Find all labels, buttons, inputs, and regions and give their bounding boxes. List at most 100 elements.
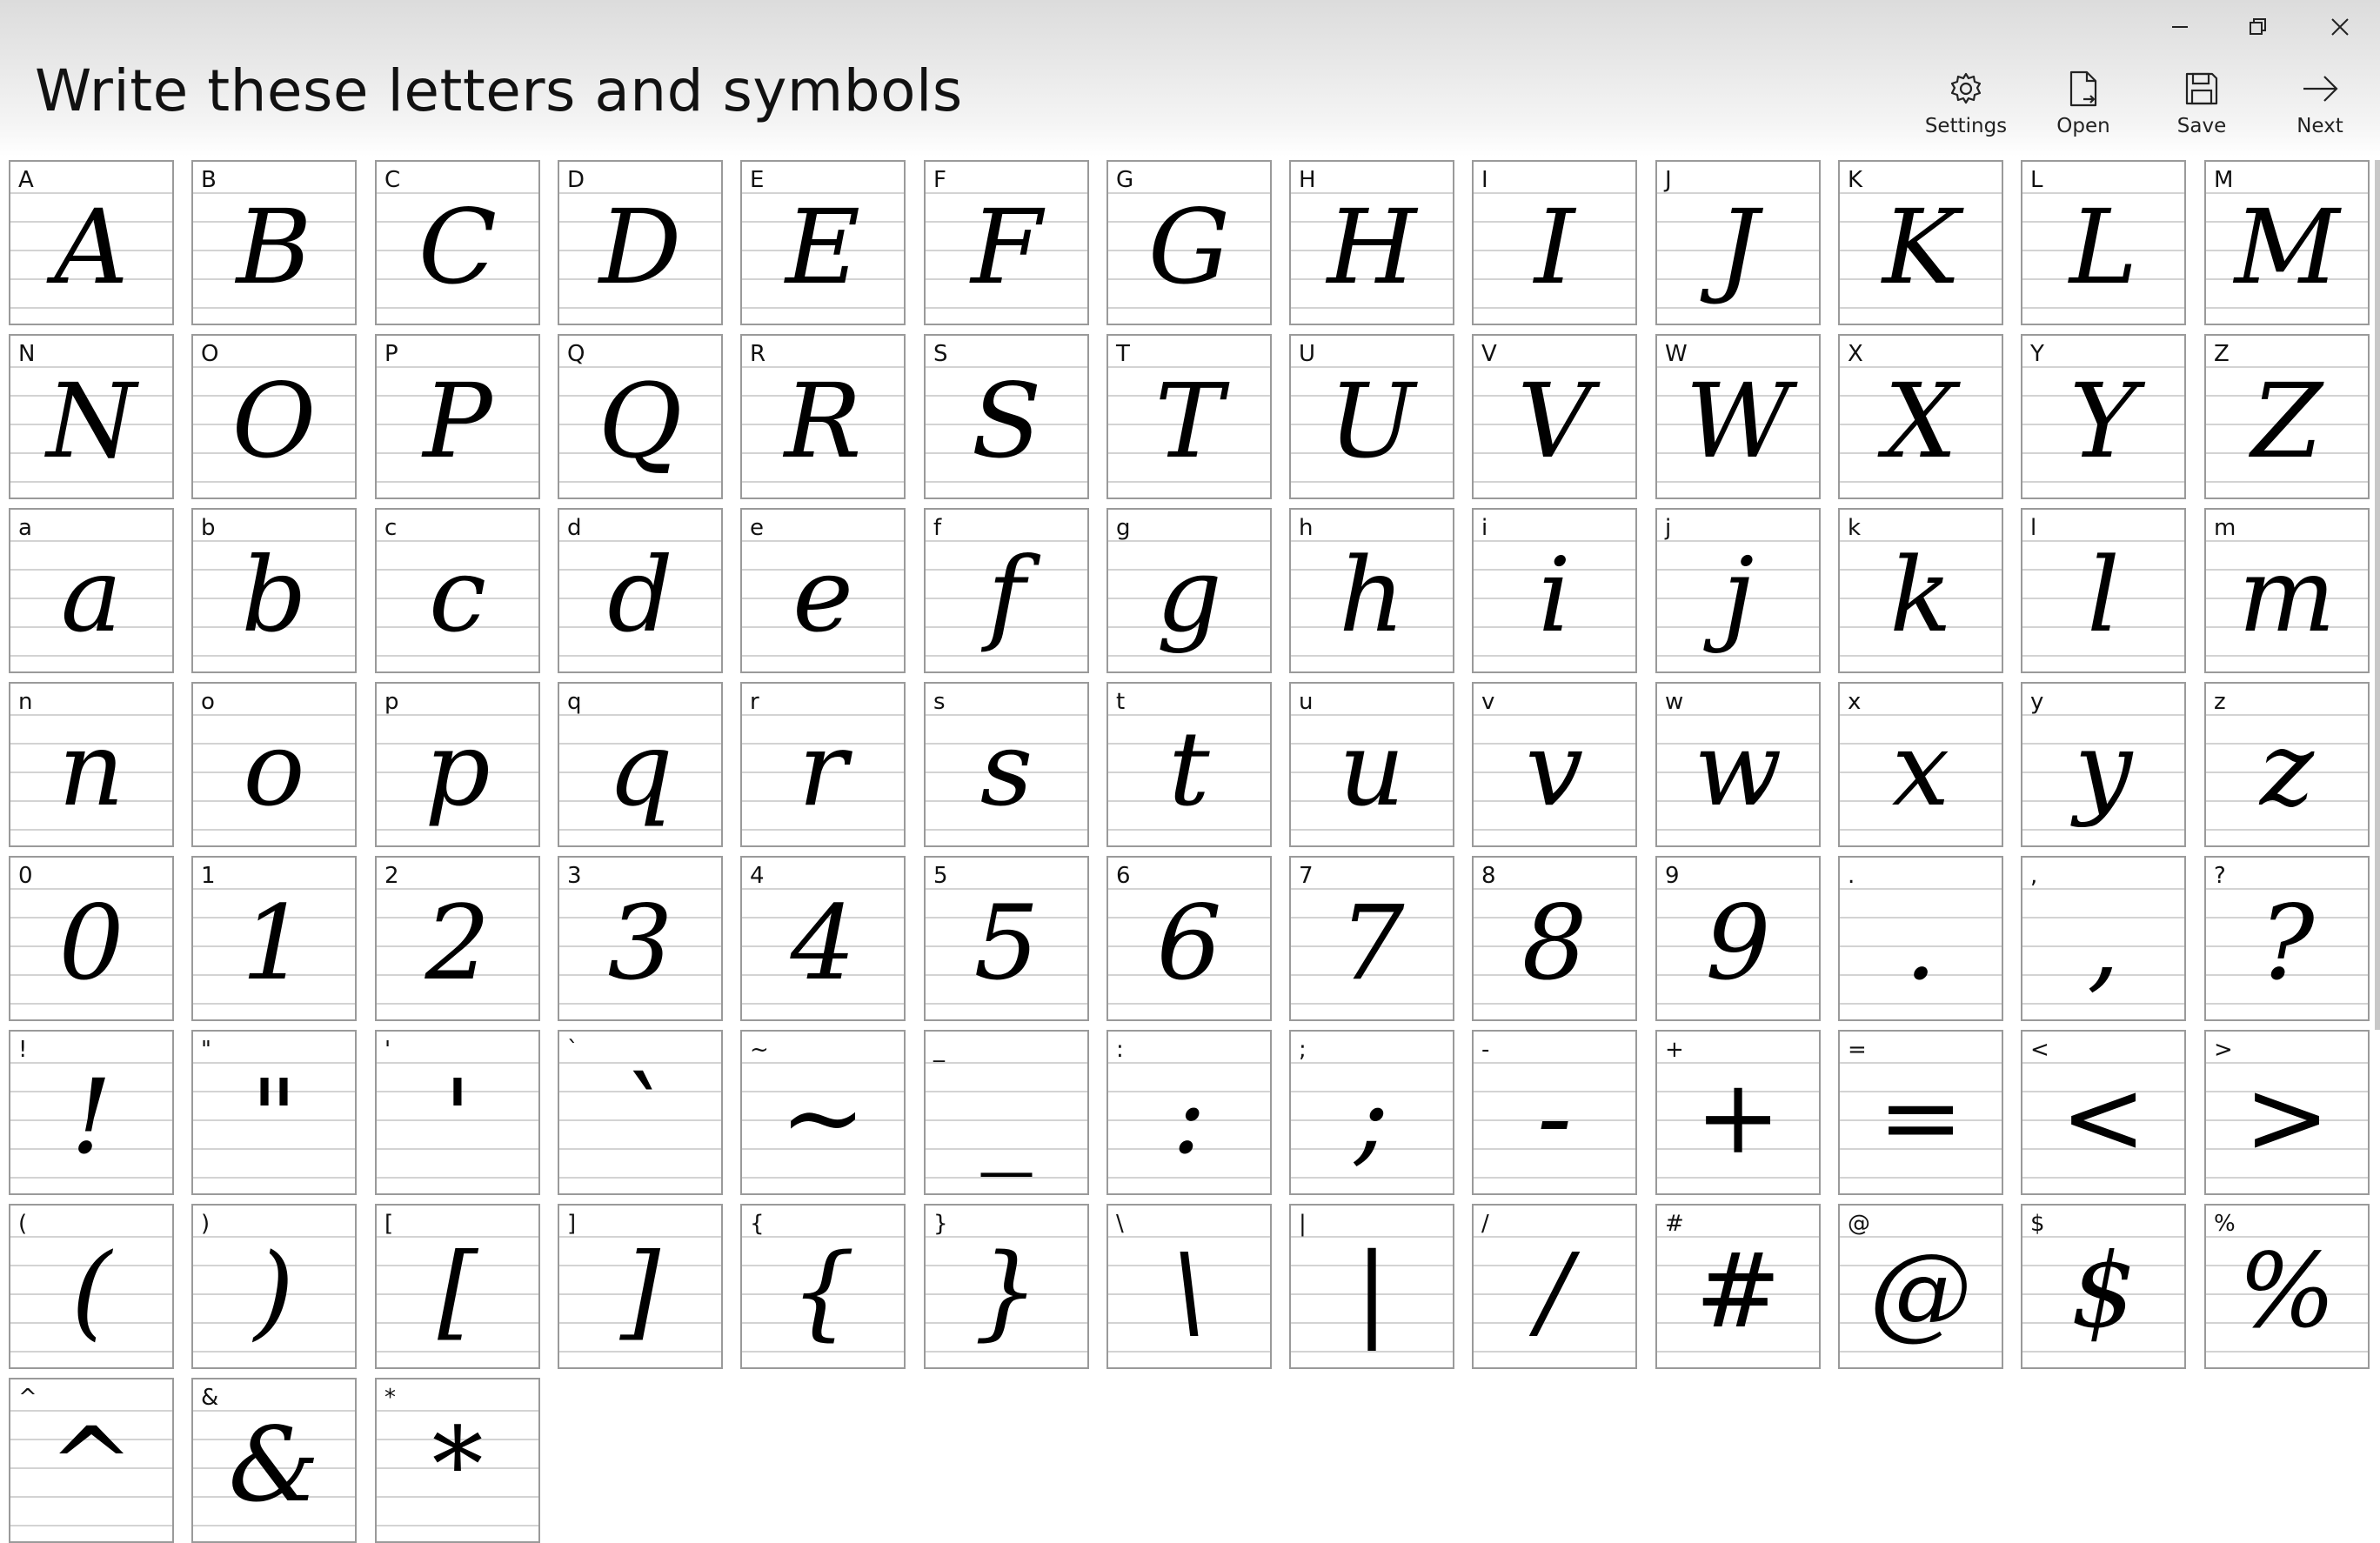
writing-cell[interactable]: AA	[9, 160, 174, 325]
writing-cell[interactable]: # #	[1655, 1204, 1821, 1369]
writing-cell[interactable]: zz	[2204, 682, 2370, 847]
writing-cell[interactable]: yy	[2021, 682, 2186, 847]
writing-cell[interactable]: 88	[1472, 856, 1637, 1021]
writing-cell[interactable]: ]]	[558, 1204, 723, 1369]
writing-cell[interactable]: cc	[375, 508, 540, 673]
writing-cell[interactable]: HH	[1289, 160, 1454, 325]
writing-cell[interactable]: GG	[1106, 160, 1272, 325]
writing-cell[interactable]: TT	[1106, 334, 1272, 499]
writing-cell[interactable]: DD	[558, 160, 723, 325]
writing-cell[interactable]: ,,	[2021, 856, 2186, 1021]
writing-cell[interactable]: ..	[1838, 856, 2003, 1021]
writing-cell[interactable]: EE	[740, 160, 906, 325]
writing-cell[interactable]: $ $	[2021, 1204, 2186, 1369]
writing-cell[interactable]: uu	[1289, 682, 1454, 847]
writing-cell[interactable]: ww	[1655, 682, 1821, 847]
writing-cell[interactable]: @ @	[1838, 1204, 2003, 1369]
writing-cell[interactable]: XX	[1838, 334, 2003, 499]
writing-cell[interactable]: kk	[1838, 508, 2003, 673]
writing-cell[interactable]: 00	[9, 856, 174, 1021]
writing-cell[interactable]: qq	[558, 682, 723, 847]
writing-cell[interactable]: 33	[558, 856, 723, 1021]
settings-button[interactable]: Settings	[1909, 70, 2022, 150]
writing-cell[interactable]: YY	[2021, 334, 2186, 499]
writing-cell[interactable]: ii	[1472, 508, 1637, 673]
writing-cell[interactable]: > >	[2204, 1030, 2370, 1195]
writing-cell[interactable]: ss	[924, 682, 1089, 847]
writing-cell[interactable]: 55	[924, 856, 1089, 1021]
writing-cell[interactable]: KK	[1838, 160, 2003, 325]
writing-cell[interactable]: JJ	[1655, 160, 1821, 325]
next-button[interactable]: Next	[2263, 70, 2377, 150]
writing-cell[interactable]: " "	[191, 1030, 357, 1195]
writing-cell[interactable]: nn	[9, 682, 174, 847]
writing-cell[interactable]: = =	[1838, 1030, 2003, 1195]
minimize-button[interactable]	[2140, 0, 2220, 54]
writing-cell[interactable]: ::	[1106, 1030, 1272, 1195]
writing-cell[interactable]: < <	[2021, 1030, 2186, 1195]
writing-cell[interactable]: FF	[924, 160, 1089, 325]
writing-cell[interactable]: oo	[191, 682, 357, 847]
writing-cell[interactable]: ??	[2204, 856, 2370, 1021]
writing-cell[interactable]: ((	[9, 1204, 174, 1369]
writing-cell[interactable]: rr	[740, 682, 906, 847]
writing-cell[interactable]: 77	[1289, 856, 1454, 1021]
writing-cell[interactable]: ~ ~	[740, 1030, 906, 1195]
writing-cell[interactable]: + +	[1655, 1030, 1821, 1195]
writing-cell[interactable]: _ _	[924, 1030, 1089, 1195]
writing-cell[interactable]: pp	[375, 682, 540, 847]
writing-cell[interactable]: ^ ^	[9, 1378, 174, 1543]
writing-cell[interactable]: 22	[375, 856, 540, 1021]
writing-cell[interactable]: | |	[1289, 1204, 1454, 1369]
writing-cell[interactable]: UU	[1289, 334, 1454, 499]
writing-cell[interactable]: 11	[191, 856, 357, 1021]
writing-cell[interactable]: QQ	[558, 334, 723, 499]
vertical-scrollbar[interactable]	[2375, 160, 2380, 1030]
writing-cell[interactable]: VV	[1472, 334, 1637, 499]
writing-cell[interactable]: CC	[375, 160, 540, 325]
writing-cell[interactable]: * *	[375, 1378, 540, 1543]
writing-cell[interactable]: gg	[1106, 508, 1272, 673]
open-button[interactable]: Open	[2027, 70, 2140, 150]
writing-cell[interactable]: SS	[924, 334, 1089, 499]
writing-cell[interactable]: ` `	[558, 1030, 723, 1195]
writing-cell[interactable]: vv	[1472, 682, 1637, 847]
writing-cell[interactable]: %%	[2204, 1204, 2370, 1369]
writing-cell[interactable]: \ \	[1106, 1204, 1272, 1369]
writing-cell[interactable]: 99	[1655, 856, 1821, 1021]
writing-cell[interactable]: ' '	[375, 1030, 540, 1195]
writing-cell[interactable]: mm	[2204, 508, 2370, 673]
restore-button[interactable]	[2218, 0, 2298, 54]
writing-cell[interactable]: ff	[924, 508, 1089, 673]
writing-cell[interactable]: bb	[191, 508, 357, 673]
writing-cell[interactable]: OO	[191, 334, 357, 499]
writing-cell[interactable]: & &	[191, 1378, 357, 1543]
writing-cell[interactable]: MM	[2204, 160, 2370, 325]
writing-cell[interactable]: {{	[740, 1204, 906, 1369]
writing-cell[interactable]: [[	[375, 1204, 540, 1369]
writing-cell[interactable]: tt	[1106, 682, 1272, 847]
writing-cell[interactable]: --	[1472, 1030, 1637, 1195]
writing-cell[interactable]: }}	[924, 1204, 1089, 1369]
writing-cell[interactable]: / /	[1472, 1204, 1637, 1369]
writing-cell[interactable]: ))	[191, 1204, 357, 1369]
writing-cell[interactable]: LL	[2021, 160, 2186, 325]
writing-cell[interactable]: ZZ	[2204, 334, 2370, 499]
writing-cell[interactable]: xx	[1838, 682, 2003, 847]
writing-cell[interactable]: II	[1472, 160, 1637, 325]
writing-cell[interactable]: BB	[191, 160, 357, 325]
writing-cell[interactable]: aa	[9, 508, 174, 673]
writing-cell[interactable]: jj	[1655, 508, 1821, 673]
writing-cell[interactable]: RR	[740, 334, 906, 499]
writing-cell[interactable]: 44	[740, 856, 906, 1021]
writing-cell[interactable]: 66	[1106, 856, 1272, 1021]
writing-cell[interactable]: WW	[1655, 334, 1821, 499]
writing-cell[interactable]: NN	[9, 334, 174, 499]
writing-cell[interactable]: ee	[740, 508, 906, 673]
writing-cell[interactable]: hh	[1289, 508, 1454, 673]
writing-cell[interactable]: ;;	[1289, 1030, 1454, 1195]
writing-cell[interactable]: dd	[558, 508, 723, 673]
writing-cell[interactable]: !!	[9, 1030, 174, 1195]
save-button[interactable]: Save	[2145, 70, 2258, 150]
writing-cell[interactable]: ll	[2021, 508, 2186, 673]
